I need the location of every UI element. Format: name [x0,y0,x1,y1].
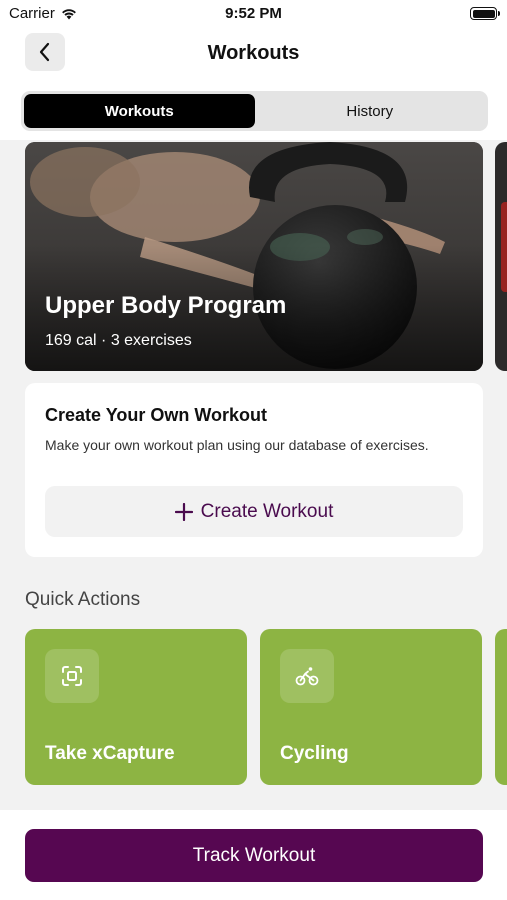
create-workout-label: Create Workout [200,500,334,522]
quick-action-next[interactable] [495,629,507,785]
header: Workouts Workouts History [0,28,507,140]
bicycle-icon [295,667,319,686]
create-workout-button[interactable]: Create Workout [45,486,463,537]
quick-action-cycling[interactable]: Cycling [260,629,482,785]
create-workout-description: Make your own workout plan using our dat… [45,437,429,453]
bottom-bar: Track Workout [0,810,507,900]
quick-action-label: Cycling [280,743,349,764]
segmented-control: Workouts History [21,91,488,131]
quick-action-label: Take xCapture [45,743,175,764]
plus-icon [174,502,193,521]
program-card[interactable]: Upper Body Program 169 cal · 3 exercises [25,142,483,371]
status-bar: Carrier 9:52 PM [0,0,507,28]
tab-history[interactable]: History [255,94,486,128]
quick-action-icon-box [45,649,99,703]
program-meta: 169 cal · 3 exercises [45,332,192,349]
page-title: Workouts [207,42,300,64]
screen: Carrier 9:52 PM Workouts Workouts Histor… [0,0,507,900]
next-program-card[interactable] [495,142,507,371]
create-workout-card: Create Your Own Workout Make your own wo… [25,383,483,557]
track-workout-button[interactable]: Track Workout [25,829,483,882]
program-title: Upper Body Program [45,292,287,319]
tab-workouts[interactable]: Workouts [24,94,255,128]
battery-icon [470,7,500,20]
status-time: 9:52 PM [225,5,282,22]
create-workout-title: Create Your Own Workout [45,405,268,425]
scan-icon [62,666,82,686]
quick-actions-title: Quick Actions [25,589,141,610]
quick-action-take-xcapture[interactable]: Take xCapture [25,629,247,785]
quick-action-icon-box [280,649,334,703]
